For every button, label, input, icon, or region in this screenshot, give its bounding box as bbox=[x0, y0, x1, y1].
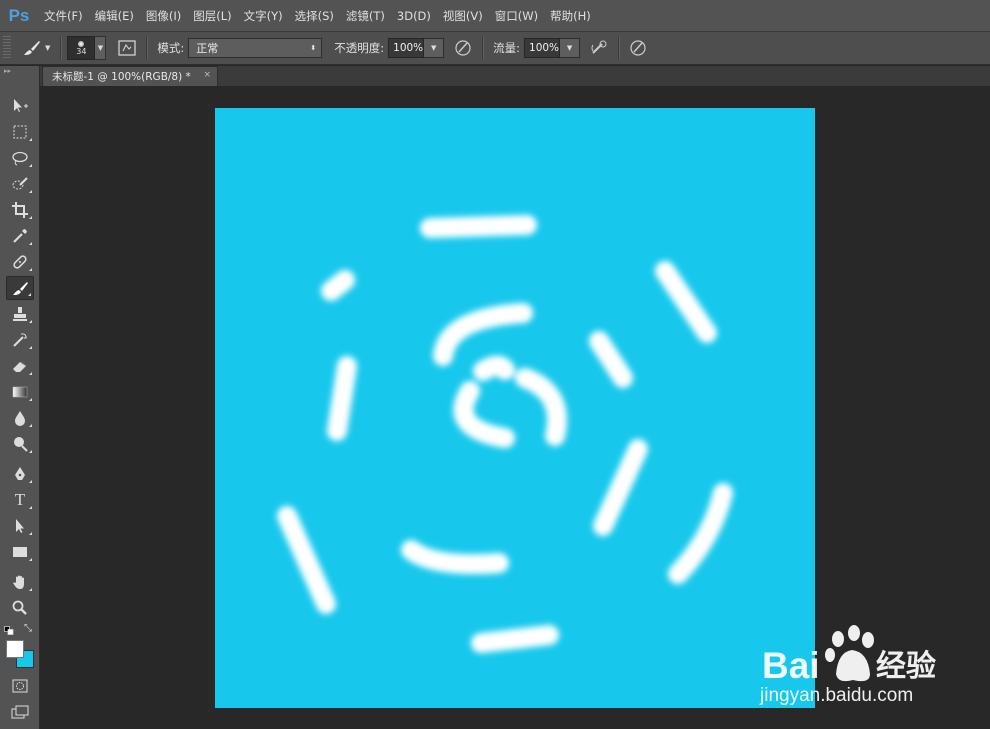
blur-tool-icon[interactable] bbox=[6, 406, 34, 430]
foreground-color-swatch[interactable] bbox=[6, 640, 24, 658]
pen-tool-icon[interactable] bbox=[6, 462, 34, 486]
menu-layer[interactable]: 图层(L) bbox=[187, 0, 237, 32]
clone-stamp-tool-icon[interactable] bbox=[6, 302, 34, 326]
tool-preset-dropdown-icon[interactable]: ▼ bbox=[45, 44, 50, 52]
watermark-url: jingyan.baidu.com bbox=[759, 685, 913, 706]
menu-window[interactable]: 窗口(W) bbox=[489, 0, 544, 32]
brush-preset-dropdown[interactable]: ▼ bbox=[95, 36, 107, 60]
menu-3d[interactable]: 3D(D) bbox=[391, 0, 437, 32]
menu-image[interactable]: 图像(I) bbox=[140, 0, 187, 32]
lasso-tool-icon[interactable] bbox=[6, 146, 34, 170]
brush-stroke bbox=[321, 270, 355, 301]
hand-tool-icon[interactable] bbox=[6, 570, 34, 594]
type-tool-icon[interactable]: T bbox=[6, 488, 34, 512]
path-select-tool-icon[interactable] bbox=[6, 514, 34, 538]
flow-slider-button[interactable]: ▼ bbox=[560, 38, 581, 58]
separator bbox=[618, 37, 620, 59]
select-arrows-icon: ⬍ bbox=[310, 44, 317, 52]
blend-mode-value: 正常 bbox=[196, 42, 219, 55]
airbrush-icon[interactable] bbox=[586, 35, 612, 61]
menu-edit[interactable]: 编辑(E) bbox=[89, 0, 140, 32]
dodge-tool-icon[interactable] bbox=[6, 432, 34, 456]
marquee-tool-icon[interactable] bbox=[6, 120, 34, 144]
menu-select[interactable]: 选择(S) bbox=[289, 0, 340, 32]
photoshop-logo: Ps bbox=[8, 5, 30, 25]
baidu-jingyan-watermark: Bai 经验 jingyan.baidu.com bbox=[759, 625, 936, 706]
eraser-tool-icon[interactable] bbox=[6, 354, 34, 378]
close-icon[interactable]: × bbox=[203, 70, 211, 80]
healing-brush-tool-icon[interactable] bbox=[6, 250, 34, 274]
rectangle-tool-icon[interactable] bbox=[6, 540, 34, 564]
flow-label: 流量: bbox=[493, 41, 521, 55]
quick-select-tool-icon[interactable] bbox=[6, 172, 34, 196]
watermark-brand-right: 经验 bbox=[876, 649, 936, 684]
document-tab[interactable]: 未标题-1 @ 100%(RGB/8) * × bbox=[42, 66, 218, 86]
brush-size-value: 34 bbox=[76, 46, 87, 56]
options-bar-grip[interactable] bbox=[3, 36, 11, 60]
blend-mode-select[interactable]: 正常 ⬍ bbox=[188, 38, 323, 58]
zoom-tool-icon[interactable] bbox=[6, 596, 34, 620]
toolbox-collapse-icon[interactable]: ▸▸ bbox=[0, 66, 39, 84]
menu-type[interactable]: 文字(Y) bbox=[238, 0, 289, 32]
document-tab-title: 未标题-1 @ 100%(RGB/8) * bbox=[52, 71, 191, 83]
pressure-size-icon[interactable] bbox=[625, 35, 651, 61]
separator bbox=[146, 37, 148, 59]
brush-stroke bbox=[420, 215, 537, 238]
move-tool-icon[interactable] bbox=[6, 94, 34, 118]
menu-filter[interactable]: 滤镜(T) bbox=[340, 0, 391, 32]
menu-file[interactable]: 文件(F) bbox=[38, 0, 89, 32]
brush-stroke bbox=[471, 625, 559, 653]
brush-preset-picker[interactable]: 34 bbox=[67, 36, 96, 60]
brush-tool-icon[interactable] bbox=[6, 276, 34, 300]
opacity-input[interactable]: 100% bbox=[388, 38, 425, 58]
canvas-background bbox=[215, 108, 815, 708]
crop-tool-icon[interactable] bbox=[6, 198, 34, 222]
eyedropper-tool-icon[interactable] bbox=[6, 224, 34, 248]
mode-label: 模式: bbox=[157, 41, 185, 55]
paw-logo-icon bbox=[825, 625, 874, 682]
quick-mask-icon[interactable] bbox=[6, 674, 34, 698]
history-brush-tool-icon[interactable] bbox=[6, 328, 34, 352]
separator bbox=[60, 37, 62, 59]
menu-view[interactable]: 视图(V) bbox=[437, 0, 489, 32]
type-tool-glyph: T bbox=[14, 490, 26, 509]
gradient-tool-icon[interactable] bbox=[6, 380, 34, 404]
options-bar: ▼ 34 ▼ 模式: 正常 ⬍ 不透明度: 100% ▼ 流量: 100% ▼ bbox=[0, 32, 990, 65]
brush-stroke bbox=[473, 355, 515, 381]
pressure-opacity-icon[interactable] bbox=[450, 35, 476, 61]
document-canvas[interactable] bbox=[215, 108, 815, 708]
brush-panel-toggle-icon[interactable] bbox=[114, 35, 140, 61]
default-colors-icon[interactable] bbox=[4, 625, 14, 635]
separator bbox=[482, 37, 484, 59]
menu-help[interactable]: 帮助(H) bbox=[544, 0, 597, 32]
flow-input[interactable]: 100% bbox=[524, 38, 561, 58]
opacity-label: 不透明度: bbox=[334, 41, 385, 55]
menu-bar: Ps 文件(F) 编辑(E) 图像(I) 图层(L) 文字(Y) 选择(S) 滤… bbox=[0, 0, 990, 32]
brush-tool-preset-icon[interactable] bbox=[19, 35, 45, 61]
opacity-slider-button[interactable]: ▼ bbox=[424, 38, 445, 58]
document-tab-bar: 未标题-1 @ 100%(RGB/8) * × bbox=[40, 66, 990, 86]
watermark-brand-left: Bai bbox=[762, 645, 820, 686]
brush-stroke bbox=[327, 356, 357, 441]
toolbox: ▸▸ T ⤡ bbox=[0, 66, 40, 729]
screen-mode-icon[interactable] bbox=[6, 700, 34, 724]
swap-colors-icon[interactable]: ⤡ bbox=[24, 623, 32, 634]
